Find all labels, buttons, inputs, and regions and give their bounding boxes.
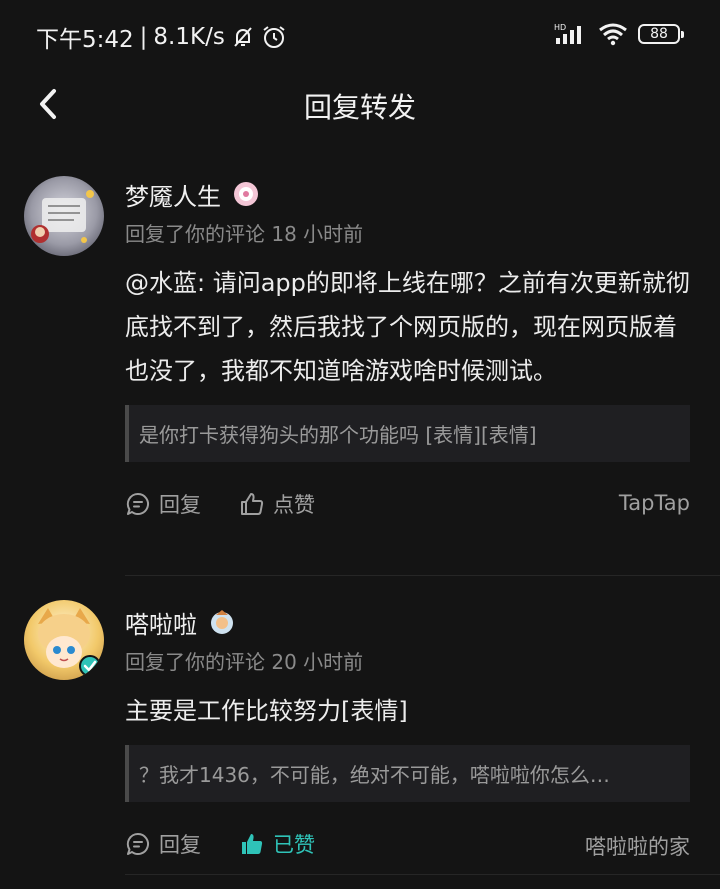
battery-indicator: 88: [638, 24, 684, 44]
reply-button[interactable]: 回复: [125, 489, 201, 519]
avatar[interactable]: [24, 176, 104, 256]
reply-text[interactable]: 主要是工作比较努力[表情]: [125, 689, 690, 733]
source-label[interactable]: TapTap: [619, 491, 690, 515]
comment-icon: [126, 492, 149, 515]
thumbs-up-filled-icon: [242, 834, 263, 854]
wifi-icon: [599, 23, 627, 46]
name-row: 嗒啦啦: [125, 604, 690, 640]
notification-meta: 回复了你的评论 18 小时前: [125, 222, 364, 246]
status-right: HD 88: [554, 22, 684, 46]
source-label[interactable]: 嗒啦啦的家: [585, 831, 690, 861]
status-bar: 下午5:42 | 8.1K/s HD 88: [0, 0, 720, 70]
divider: [125, 575, 720, 576]
avatar-art-icon: [31, 190, 94, 243]
like-button[interactable]: 点赞: [239, 489, 315, 519]
notification-content: 嗒啦啦 回复了你的评论 20 小时前 主要是工作比较努力[表情] ？我才1436…: [125, 604, 690, 864]
action-bar: 回复 点赞 TapTap: [125, 484, 690, 524]
svg-text:HD: HD: [554, 23, 566, 32]
like-label: 已赞: [273, 833, 315, 857]
status-separator: |: [139, 24, 148, 50]
user-badge-icon: [211, 610, 233, 634]
alarm-icon: [263, 26, 285, 48]
reply-text[interactable]: @水蓝: 请问app的即将上线在哪？之前有次更新就彻底找不到了，然后我找了个网页…: [125, 261, 690, 393]
battery-level: 88: [650, 26, 668, 42]
reply-label: 回复: [159, 833, 201, 857]
notification-meta: 回复了你的评论 20 小时前: [125, 650, 364, 674]
name-row: 梦魇人生: [125, 176, 690, 212]
comment-icon: [126, 832, 149, 855]
thumbs-up-icon: [241, 493, 264, 515]
user-badge-icon: [234, 182, 258, 206]
status-net-speed: 8.1K/s: [153, 24, 225, 50]
reply-label: 回复: [159, 493, 201, 517]
like-label: 点赞: [273, 493, 315, 517]
page-title: 回复转发: [303, 91, 416, 124]
page-header: 回复转发: [0, 70, 720, 140]
action-bar: 回复 已赞 嗒啦啦的家: [125, 824, 690, 864]
quoted-comment[interactable]: ？我才1436，不可能，绝对不可能，嗒啦啦你怎么…: [125, 745, 690, 802]
bell-muted-icon: [234, 27, 252, 47]
divider: [125, 874, 720, 875]
avatar-art-icon: [38, 608, 101, 677]
quoted-comment[interactable]: 是你打卡获得狗头的那个功能吗 [表情][表情]: [125, 405, 690, 462]
user-name[interactable]: 梦魇人生: [125, 177, 221, 212]
notification-content: 梦魇人生 回复了你的评论 18 小时前 @水蓝: 请问app的即将上线在哪？之前…: [125, 176, 690, 524]
status-time: 下午5:42: [36, 27, 134, 53]
status-left: 下午5:42 | 8.1K/s: [36, 20, 287, 54]
avatar[interactable]: [24, 600, 104, 680]
reply-button[interactable]: 回复: [125, 829, 201, 859]
cellular-signal-icon: HD: [554, 23, 581, 44]
liked-button[interactable]: 已赞: [239, 829, 315, 859]
user-name[interactable]: 嗒啦啦: [125, 605, 197, 640]
